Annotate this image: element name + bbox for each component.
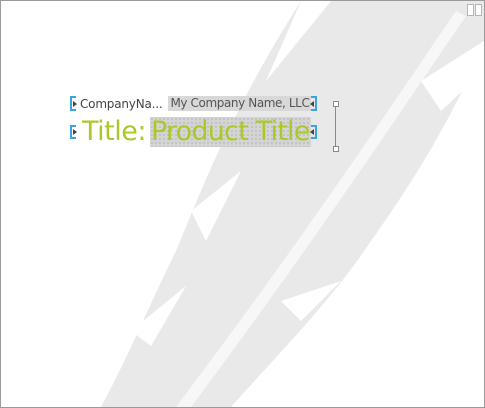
company-name-control[interactable]: CompanyNa... My Company Name, LLC <box>70 96 318 111</box>
control-tag-label: CompanyNa... <box>80 96 163 111</box>
selection-edge <box>335 102 336 148</box>
arrow-left-icon <box>309 129 314 135</box>
title-control[interactable]: Title: Product Title <box>70 117 317 147</box>
resize-handle[interactable] <box>475 4 482 16</box>
content-control-start-tag[interactable] <box>70 125 77 139</box>
title-label: Title: <box>82 116 146 147</box>
feather-icon <box>101 1 484 407</box>
arrow-left-icon <box>310 100 315 107</box>
arrow-right-icon <box>73 129 77 135</box>
selection-handle[interactable] <box>333 101 339 107</box>
content-control-start-tag[interactable] <box>70 96 77 111</box>
selection-handle[interactable] <box>333 146 339 152</box>
resize-handle[interactable] <box>467 4 474 16</box>
arrow-right-icon <box>73 100 77 107</box>
company-name-placeholder[interactable]: My Company Name, LLC <box>168 96 312 111</box>
document-canvas: CompanyNa... My Company Name, LLC Title:… <box>0 0 485 408</box>
content-control-end-tag[interactable] <box>310 96 318 111</box>
content-control-end-tag[interactable] <box>309 125 317 139</box>
product-title-placeholder[interactable]: Product Title <box>149 117 311 147</box>
